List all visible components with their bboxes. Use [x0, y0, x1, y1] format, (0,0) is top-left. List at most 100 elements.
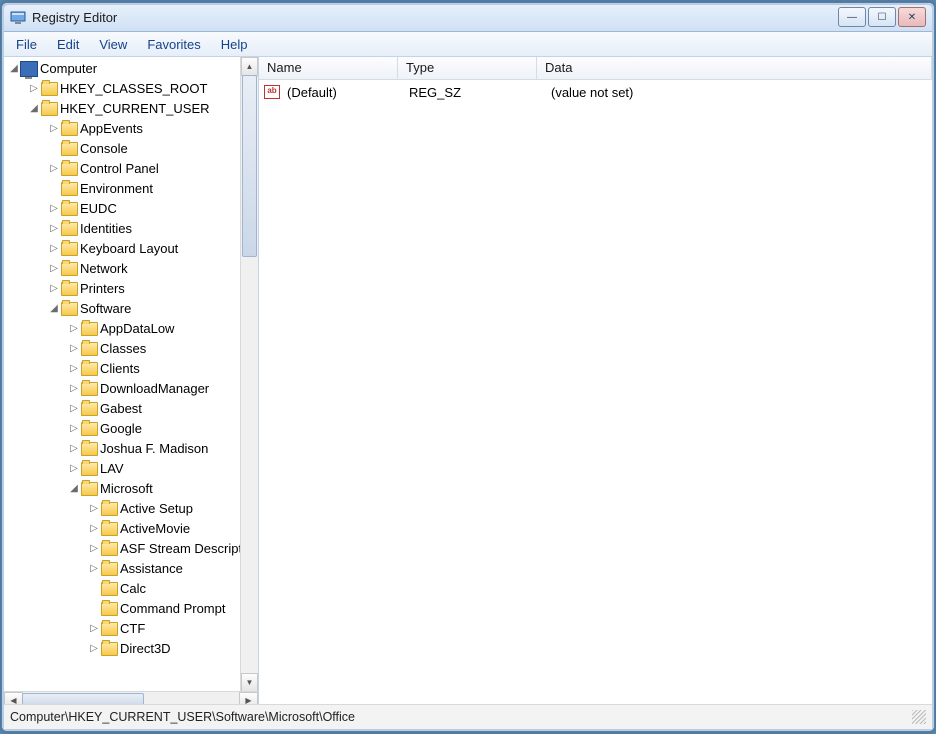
resize-grip-icon[interactable] — [912, 710, 926, 724]
expand-toggle-icon[interactable]: ▷ — [88, 559, 100, 579]
tree-label: Software — [78, 299, 131, 319]
folder-icon — [80, 381, 98, 397]
tree-node-downloadmanager[interactable]: ▷DownloadManager — [4, 379, 258, 399]
expand-toggle-icon[interactable]: ▷ — [48, 259, 60, 279]
value-data: (value not set) — [545, 85, 932, 100]
tree-node-activemovie[interactable]: ▷ActiveMovie — [4, 519, 258, 539]
tree-node-assistance[interactable]: ▷Assistance — [4, 559, 258, 579]
menu-view[interactable]: View — [89, 34, 137, 55]
tree-node-keyboard[interactable]: ▷Keyboard Layout — [4, 239, 258, 259]
expand-toggle-icon[interactable]: ▷ — [68, 359, 80, 379]
expand-toggle-icon[interactable]: ▷ — [68, 319, 80, 339]
folder-icon — [100, 581, 118, 597]
column-header-name[interactable]: Name — [259, 57, 398, 79]
expand-toggle-icon[interactable]: ◢ — [28, 99, 40, 119]
column-header-data[interactable]: Data — [537, 57, 932, 79]
scroll-down-button[interactable]: ▼ — [241, 673, 258, 692]
tree-node-controlpanel[interactable]: ▷Control Panel — [4, 159, 258, 179]
tree-label: Environment — [78, 179, 153, 199]
minimize-button[interactable]: — — [838, 7, 866, 27]
tree-node-clients[interactable]: ▷Clients — [4, 359, 258, 379]
folder-icon — [100, 541, 118, 557]
value-row[interactable]: ab (Default) REG_SZ (value not set) — [259, 82, 932, 102]
expand-toggle-icon[interactable]: ▷ — [68, 459, 80, 479]
tree-node-microsoft[interactable]: ◢ Microsoft — [4, 479, 258, 499]
expand-toggle-icon[interactable]: ▷ — [48, 119, 60, 139]
folder-icon — [100, 601, 118, 617]
tree-node-appdatalow[interactable]: ▷AppDataLow — [4, 319, 258, 339]
folder-icon — [60, 301, 78, 317]
tree-node-ctf[interactable]: ▷CTF — [4, 619, 258, 639]
registry-tree[interactable]: ◢ Computer ▷ HKEY_CLASSES_ROOT ◢ HKEY_CU… — [4, 57, 258, 677]
tree-node-lav[interactable]: ▷LAV — [4, 459, 258, 479]
menu-favorites[interactable]: Favorites — [137, 34, 210, 55]
folder-icon — [100, 521, 118, 537]
tree-node-identities[interactable]: ▷Identities — [4, 219, 258, 239]
tree-node-cmd[interactable]: ·Command Prompt — [4, 599, 258, 619]
tree-node-calc[interactable]: ·Calc — [4, 579, 258, 599]
tree-node-google[interactable]: ▷Google — [4, 419, 258, 439]
tree-node-classes[interactable]: ▷ Classes — [4, 339, 258, 359]
folder-icon — [80, 401, 98, 417]
tree-node-hkcu[interactable]: ◢ HKEY_CURRENT_USER — [4, 99, 258, 119]
values-pane: Name Type Data ab (Default) REG_SZ (valu… — [259, 57, 932, 709]
string-value-icon: ab — [263, 85, 281, 99]
expand-toggle-icon[interactable]: ▷ — [88, 519, 100, 539]
close-button[interactable]: ✕ — [898, 7, 926, 27]
tree-label: HKEY_CURRENT_USER — [58, 99, 210, 119]
tree-node-network[interactable]: ▷Network — [4, 259, 258, 279]
tree-node-console[interactable]: ·Console — [4, 139, 258, 159]
tree-node-printers[interactable]: ▷Printers — [4, 279, 258, 299]
expand-toggle-icon[interactable]: ▷ — [68, 399, 80, 419]
expand-toggle-icon[interactable]: ▷ — [88, 499, 100, 519]
tree-label: Classes — [98, 339, 146, 359]
tree-node-hkcr[interactable]: ▷ HKEY_CLASSES_ROOT — [4, 79, 258, 99]
expand-toggle-icon[interactable]: ▷ — [68, 379, 80, 399]
tree-node-asf[interactable]: ▷ASF Stream Descriptor — [4, 539, 258, 559]
values-list[interactable]: ab (Default) REG_SZ (value not set) — [259, 80, 932, 104]
titlebar[interactable]: Registry Editor — ☐ ✕ — [2, 3, 934, 32]
tree-node-eudc[interactable]: ▷EUDC — [4, 199, 258, 219]
folder-icon — [60, 181, 78, 197]
expand-toggle-icon[interactable]: ▷ — [48, 279, 60, 299]
scroll-up-button[interactable]: ▲ — [241, 57, 258, 76]
expand-toggle-icon[interactable]: ◢ — [68, 479, 80, 499]
expand-toggle-icon[interactable]: ▷ — [68, 339, 80, 359]
computer-icon — [20, 61, 38, 77]
tree-label: Microsoft — [98, 479, 153, 499]
tree-node-environment[interactable]: ·Environment — [4, 179, 258, 199]
folder-icon — [60, 221, 78, 237]
tree-node-joshua[interactable]: ▷ Joshua F. Madison — [4, 439, 258, 459]
expand-toggle-icon[interactable]: ▷ — [48, 239, 60, 259]
expand-toggle-icon[interactable]: ▷ — [48, 219, 60, 239]
expand-toggle-icon[interactable]: ▷ — [68, 419, 80, 439]
expand-toggle-icon[interactable]: ◢ — [48, 299, 60, 319]
expand-toggle-icon[interactable]: ▷ — [68, 439, 80, 459]
menu-file[interactable]: File — [6, 34, 47, 55]
expand-toggle-icon[interactable]: ▷ — [48, 199, 60, 219]
expand-toggle-icon[interactable]: ▷ — [88, 539, 100, 559]
expand-toggle-icon[interactable]: ▷ — [88, 639, 100, 659]
tree-label: Command Prompt — [118, 599, 225, 619]
tree-node-direct3d[interactable]: ▷Direct3D — [4, 639, 258, 659]
expand-toggle-icon[interactable]: ◢ — [8, 59, 20, 79]
menu-edit[interactable]: Edit — [47, 34, 89, 55]
expand-toggle-icon[interactable]: ▷ — [88, 619, 100, 639]
expand-toggle-icon[interactable]: ▷ — [48, 159, 60, 179]
maximize-button[interactable]: ☐ — [868, 7, 896, 27]
tree-node-appevents[interactable]: ▷AppEvents — [4, 119, 258, 139]
expand-toggle-icon[interactable]: ▷ — [28, 79, 40, 99]
folder-icon — [80, 441, 98, 457]
scroll-thumb[interactable] — [242, 75, 257, 257]
tree-node-computer[interactable]: ◢ Computer — [4, 59, 258, 79]
tree-vertical-scrollbar[interactable]: ▲ ▼ — [240, 57, 258, 709]
tree-node-activesetup[interactable]: ▷Active Setup — [4, 499, 258, 519]
folder-icon — [100, 641, 118, 657]
tree-node-gabest[interactable]: ▷Gabest — [4, 399, 258, 419]
tree-node-software[interactable]: ◢ Software — [4, 299, 258, 319]
folder-icon — [60, 241, 78, 257]
value-name: (Default) — [281, 85, 403, 100]
menu-help[interactable]: Help — [211, 34, 258, 55]
column-header-type[interactable]: Type — [398, 57, 537, 79]
tree-label: Joshua F. Madison — [98, 439, 208, 459]
